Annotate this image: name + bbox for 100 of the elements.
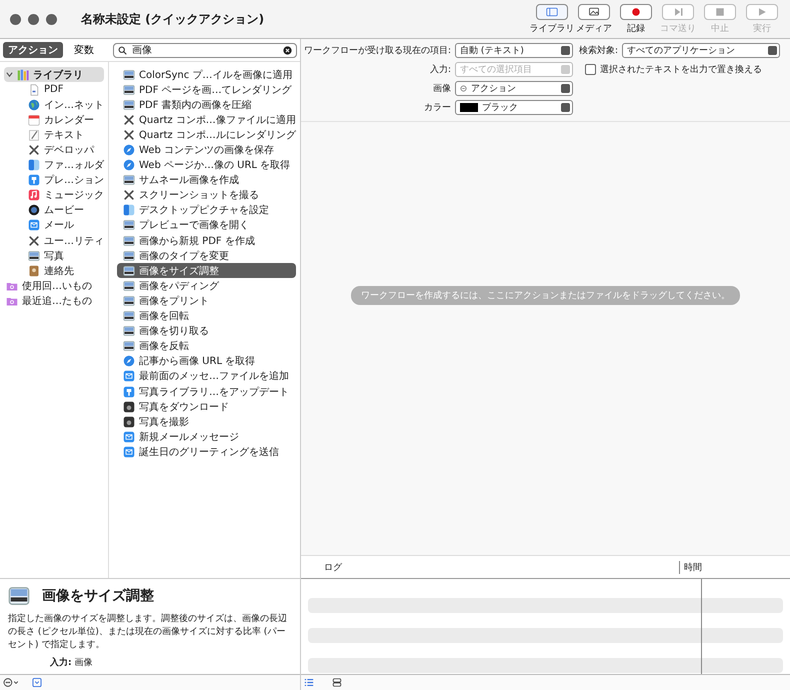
chevron-icon[interactable] bbox=[6, 71, 13, 78]
action-item[interactable]: 画像をサイズ調整 bbox=[117, 263, 296, 278]
close-button[interactable] bbox=[10, 14, 21, 24]
action-item[interactable]: 新規メールメッセージ bbox=[117, 429, 296, 444]
action-item[interactable]: 画像を回転 bbox=[117, 308, 296, 324]
minimize-button[interactable] bbox=[28, 14, 39, 24]
action-item[interactable]: 画像をパディング bbox=[117, 278, 296, 294]
action-item[interactable]: スクリーンショットを撮る bbox=[117, 188, 296, 203]
action-item[interactable]: 写真ライブラリ…をアップデート bbox=[117, 384, 296, 400]
library-item[interactable]: イン…ネット bbox=[4, 97, 104, 112]
picture-file-icon bbox=[123, 325, 135, 338]
split-square-icon bbox=[28, 159, 40, 172]
document-icon bbox=[28, 84, 40, 96]
action-item[interactable]: 誕生日のグリーティングを送信 bbox=[117, 444, 296, 460]
column-header[interactable]: 時間 bbox=[679, 560, 702, 574]
step-forward-icon bbox=[672, 6, 684, 16]
action-item[interactable]: PDF ページを画…てレンダリング bbox=[117, 82, 296, 98]
toolbar-label: ライブラリ bbox=[530, 22, 574, 34]
collapse-icon[interactable] bbox=[32, 678, 42, 687]
action-item[interactable]: デスクトップピクチャを設定 bbox=[117, 202, 296, 218]
envelope-icon bbox=[123, 370, 135, 382]
library-item[interactable]: 写真 bbox=[4, 248, 104, 264]
crossed-tools-icon bbox=[123, 128, 135, 141]
action-item[interactable]: サムネール画像を作成 bbox=[117, 172, 296, 188]
library-group[interactable]: ライブラリ bbox=[4, 67, 104, 82]
picture-file-icon bbox=[123, 310, 135, 322]
sidebar-toolbar-button[interactable] bbox=[536, 4, 568, 20]
stacked-view-icon[interactable] bbox=[332, 678, 342, 687]
picture-file-icon bbox=[123, 340, 135, 352]
library-item[interactable]: ミュージック bbox=[4, 188, 104, 203]
library-item[interactable]: メール bbox=[4, 218, 104, 234]
action-item[interactable]: 写真を撮影 bbox=[117, 414, 296, 430]
library-item[interactable]: ユー…リティ bbox=[4, 233, 104, 248]
compass-icon bbox=[123, 144, 135, 156]
notepad-icon bbox=[28, 128, 40, 141]
field-label: カラー bbox=[423, 102, 451, 114]
library-item[interactable]: 最近追…たもの bbox=[4, 293, 104, 308]
search-icon bbox=[118, 46, 127, 54]
library-item[interactable]: プレ…ション bbox=[4, 172, 104, 188]
toolbar-label: メディア bbox=[576, 22, 612, 34]
action-item[interactable]: ColorSync プ…イルを画像に適用 bbox=[117, 67, 296, 82]
split-square-icon bbox=[123, 204, 135, 216]
action-item[interactable]: 画像を反転 bbox=[117, 338, 296, 354]
lens-icon bbox=[28, 204, 40, 216]
list-view-icon[interactable] bbox=[304, 678, 314, 687]
action-item[interactable]: Quartz コンポ…像ファイルに適用 bbox=[117, 112, 296, 128]
field-label: 検索対象: bbox=[579, 44, 618, 57]
column-header[interactable]: ログ bbox=[301, 560, 679, 574]
compass-icon bbox=[123, 159, 135, 172]
action-item[interactable]: PDF 書類内の画像を圧縮 bbox=[117, 97, 296, 112]
record-icon bbox=[630, 6, 642, 16]
action-item[interactable]: 画像を切り取る bbox=[117, 324, 296, 339]
calendar-icon bbox=[28, 114, 40, 126]
library-item[interactable]: PDF bbox=[4, 82, 104, 98]
library-item[interactable]: 連絡先 bbox=[4, 263, 104, 278]
globe-icon bbox=[28, 98, 40, 111]
zoom-button[interactable] bbox=[46, 14, 57, 24]
tab[interactable]: 変数 bbox=[69, 42, 99, 58]
toolbar-label: 実行 bbox=[753, 22, 771, 34]
action-item[interactable]: Web コンテンツの画像を保存 bbox=[117, 142, 296, 158]
library-item[interactable]: テキスト bbox=[4, 127, 104, 142]
stop-icon bbox=[714, 6, 726, 16]
library-item[interactable]: ムービー bbox=[4, 202, 104, 218]
popup-button[interactable]: 自動 (テキスト) bbox=[455, 43, 573, 58]
action-item[interactable]: プレビューで画像を開く bbox=[117, 218, 296, 234]
record-toolbar-button[interactable] bbox=[620, 4, 652, 20]
crossed-tools-icon bbox=[123, 114, 135, 126]
action-item[interactable]: Quartz コンポ…ルにレンダリング bbox=[117, 127, 296, 142]
play-icon bbox=[756, 6, 768, 16]
action-item[interactable]: 写真をダウンロード bbox=[117, 399, 296, 414]
search-field[interactable]: 画像 bbox=[113, 42, 297, 58]
stepper-icon bbox=[768, 46, 778, 55]
camera-icon bbox=[123, 416, 135, 428]
crossed-tools-icon bbox=[123, 189, 135, 202]
popup-button[interactable]: すべてのアプリケーション bbox=[622, 43, 780, 58]
popup-button[interactable]: アクション bbox=[455, 81, 573, 96]
more-menu-icon[interactable] bbox=[3, 678, 20, 687]
library-item[interactable]: ファ…ォルダ bbox=[4, 158, 104, 173]
stepper-icon bbox=[561, 84, 570, 93]
stepper-icon bbox=[561, 46, 570, 55]
toolbar-label: 記録 bbox=[627, 22, 645, 34]
tab[interactable]: アクション bbox=[3, 42, 63, 58]
envelope-icon bbox=[123, 446, 135, 458]
action-item[interactable]: 最前面のメッセ…ファイルを追加 bbox=[117, 368, 296, 384]
picture-file-icon bbox=[123, 234, 135, 247]
action-item[interactable]: 画像のタイプを変更 bbox=[117, 248, 296, 264]
input-label: 入力: bbox=[50, 656, 72, 669]
action-item[interactable]: 画像から新規 PDF を作成 bbox=[117, 233, 296, 248]
action-item[interactable]: 画像をプリント bbox=[117, 293, 296, 308]
checkbox[interactable]: 選択されたテキストを出力で置き換える bbox=[585, 63, 762, 76]
drop-hint: ワークフローを作成するには、ここにアクションまたはファイルをドラッグしてください。 bbox=[351, 286, 740, 305]
library-item[interactable]: 使用回…いもの bbox=[4, 278, 104, 294]
action-item[interactable]: Web ページか…像の URL を取得 bbox=[117, 158, 296, 173]
clear-icon[interactable] bbox=[283, 46, 292, 54]
library-item[interactable]: デベロッパ bbox=[4, 142, 104, 158]
photo-toolbar-button[interactable] bbox=[578, 4, 610, 20]
library-item[interactable]: カレンダー bbox=[4, 112, 104, 128]
action-item[interactable]: 記事から画像 URL を取得 bbox=[117, 354, 296, 369]
photo-icon bbox=[588, 6, 600, 16]
popup-button[interactable]: ブラック bbox=[455, 100, 573, 115]
